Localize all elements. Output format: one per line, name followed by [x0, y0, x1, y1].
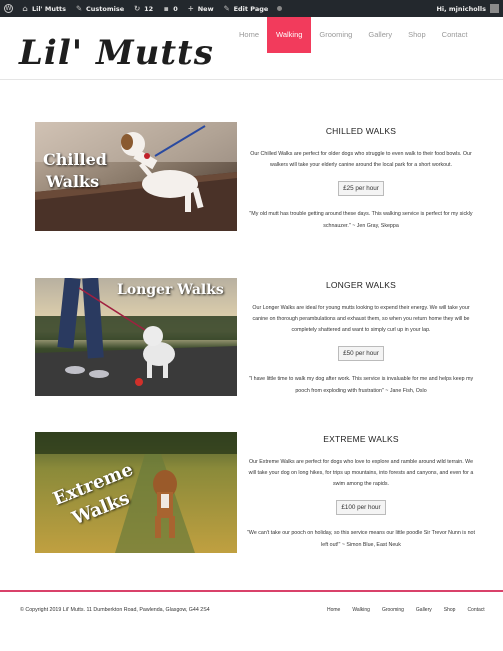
- footer-nav-walking[interactable]: Walking: [352, 607, 370, 613]
- extreme-walks-section: Extreme Walks EXTREME WALKS Our Extreme …: [35, 432, 475, 562]
- nav-item-grooming[interactable]: Grooming: [311, 17, 360, 53]
- chilled-walks-body: CHILLED WALKS Our Chilled Walks are perf…: [245, 126, 477, 232]
- extreme-walks-title: EXTREME WALKS: [323, 434, 399, 444]
- footer-divider: [0, 590, 503, 592]
- admin-greeting: Hi, mjnicholls: [436, 4, 486, 13]
- chilled-walks-title: CHILLED WALKS: [325, 126, 397, 136]
- wordpress-logo-icon[interactable]: W: [4, 4, 13, 13]
- chilled-walks-description: Our Chilled Walks are perfect for older …: [250, 151, 472, 168]
- site-header: Lil' Mutts Home Walking Grooming Gallery…: [0, 17, 503, 80]
- longer-walks-quote: "I have little time to walk my dog after…: [248, 376, 474, 394]
- admin-customise[interactable]: ✎ Customise: [75, 3, 125, 13]
- refresh-icon: ↻: [134, 3, 141, 13]
- admin-account[interactable]: Hi, mjnicholls: [436, 4, 499, 13]
- longer-walks-description: Our Longer Walks are ideal for young mut…: [252, 305, 470, 333]
- longer-walks-body: LONGER WALKS Our Longer Walks are ideal …: [245, 280, 477, 397]
- nav-item-walking[interactable]: Walking: [267, 17, 312, 53]
- nav-item-shop[interactable]: Shop: [400, 17, 434, 53]
- status-dot-icon: [277, 6, 283, 11]
- longer-walks-title: LONGER WALKS: [325, 280, 397, 290]
- admin-new-label: New: [197, 4, 214, 13]
- pencil-icon: ✎: [223, 3, 230, 13]
- nav-item-gallery[interactable]: Gallery: [360, 17, 400, 53]
- admin-site-name-label: Lil' Mutts: [32, 4, 67, 13]
- extreme-walks-price-button[interactable]: £100 per hour: [336, 500, 386, 515]
- nav-item-home[interactable]: Home: [231, 17, 267, 53]
- admin-comments-count: 0: [173, 4, 178, 13]
- longer-walks-image: Longer Walks: [35, 278, 237, 396]
- chilled-walks-section: Chilled Walks CHILLED WALKS Our Chilled …: [35, 122, 475, 252]
- longer-walks-section: Longer Walks LONGER WALKS Our Longer Wal…: [35, 278, 475, 408]
- admin-edit-page-label: Edit Page: [233, 4, 269, 13]
- footer-nav: Home Walking Grooming Gallery Shop Conta…: [327, 607, 485, 613]
- dashboard-icon: ⌂: [22, 3, 28, 13]
- brush-icon: ✎: [75, 3, 83, 13]
- extreme-walks-body: EXTREME WALKS Our Extreme Walks are perf…: [245, 434, 477, 551]
- footer-nav-contact[interactable]: Contact: [467, 607, 484, 613]
- chilled-walks-price-button[interactable]: £25 per hour: [338, 181, 384, 196]
- chilled-walks-image: Chilled Walks: [35, 122, 237, 231]
- footer-nav-home[interactable]: Home: [327, 607, 340, 613]
- comment-icon: ▪: [163, 3, 169, 13]
- chilled-walks-image-caption-2: Walks: [46, 172, 100, 191]
- admin-bar: W ⌂ Lil' Mutts ✎ Customise ↻ 12 ▪ 0 + New ✎ Ed…: [0, 0, 503, 17]
- longer-walks-image-caption: Longer Walks: [117, 282, 224, 298]
- footer-nav-grooming[interactable]: Grooming: [382, 607, 404, 613]
- admin-updates[interactable]: ↻ 12: [133, 3, 154, 13]
- admin-updates-count: 12: [144, 4, 154, 13]
- chilled-walks-quote: "My old mutt has trouble getting around …: [249, 211, 473, 229]
- admin-comments[interactable]: ▪ 0: [162, 3, 178, 13]
- plus-icon: +: [187, 3, 194, 13]
- extreme-walks-quote: "We can't take our pooch on holiday, so …: [247, 530, 475, 548]
- admin-customise-label: Customise: [86, 4, 125, 13]
- extreme-walks-description: Our Extreme Walks are perfect for dogs w…: [248, 459, 474, 487]
- admin-site-name[interactable]: ⌂ Lil' Mutts: [21, 3, 67, 13]
- footer-nav-shop[interactable]: Shop: [444, 607, 456, 613]
- site-logo[interactable]: Lil' Mutts: [19, 33, 214, 73]
- chilled-walks-image-caption-1: Chilled: [43, 150, 107, 169]
- longer-walks-price-button[interactable]: £50 per hour: [338, 346, 384, 361]
- admin-edit-page[interactable]: ✎ Edit Page: [223, 3, 269, 13]
- extreme-walks-image: Extreme Walks: [35, 432, 237, 553]
- footer-nav-gallery[interactable]: Gallery: [416, 607, 432, 613]
- nav-item-contact[interactable]: Contact: [434, 17, 476, 53]
- admin-new[interactable]: + New: [187, 3, 214, 13]
- main-nav: Home Walking Grooming Gallery Shop Conta…: [231, 17, 476, 53]
- footer-copyright: © Copyright 2019 Lil' Mutts. 11 Dumberkt…: [20, 607, 210, 613]
- avatar: [490, 4, 499, 13]
